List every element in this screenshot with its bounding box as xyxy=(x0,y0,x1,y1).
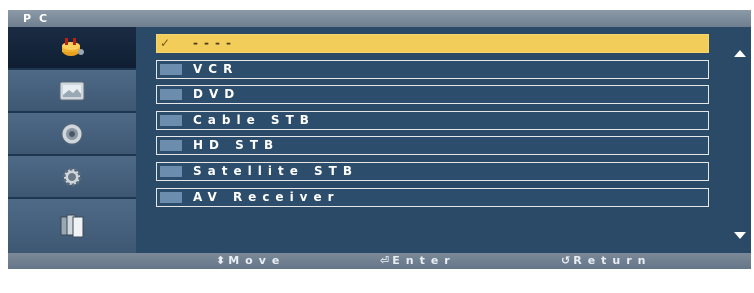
sidebar-item-input[interactable] xyxy=(8,27,136,70)
sidebar-item-picture[interactable] xyxy=(8,70,136,113)
picture-icon xyxy=(59,80,85,102)
return-icon: ↺ xyxy=(561,254,571,267)
enter-icon: ⏎ xyxy=(380,254,390,267)
list-item[interactable]: Cable STB xyxy=(156,111,709,130)
menu-title: PC xyxy=(8,10,751,27)
list-item[interactable]: VCR xyxy=(156,60,709,79)
list-item[interactable]: Satellite STB xyxy=(156,162,709,181)
setup-gear-icon xyxy=(60,165,84,189)
sidebar xyxy=(8,27,136,253)
list-item[interactable]: HD STB xyxy=(156,136,709,155)
sidebar-item-setup[interactable] xyxy=(8,156,136,199)
updown-arrow-icon: ⬍ xyxy=(216,254,226,267)
enter-hint: ⏎ Enter xyxy=(380,254,456,267)
multi-screen-icon xyxy=(59,213,85,239)
sidebar-item-sound[interactable] xyxy=(8,113,136,156)
list-item[interactable]: AV Receiver xyxy=(156,188,709,207)
list-item[interactable]: ✓ ---- xyxy=(156,34,709,53)
scroll-down-arrow-icon[interactable] xyxy=(734,232,746,239)
list-item[interactable]: DVD xyxy=(156,85,709,104)
checkmark-icon: ✓ xyxy=(160,36,171,50)
sidebar-item-multi-screen[interactable] xyxy=(8,199,136,253)
return-hint: ↺ Return xyxy=(561,254,652,267)
scroll-up-arrow-icon[interactable] xyxy=(734,50,746,57)
move-hint: ⬍ Move xyxy=(216,254,286,267)
input-plug-icon xyxy=(59,36,85,60)
footer-hints: ⬍ Move ⏎ Enter ↺ Return xyxy=(8,253,751,269)
sound-icon xyxy=(60,122,84,146)
